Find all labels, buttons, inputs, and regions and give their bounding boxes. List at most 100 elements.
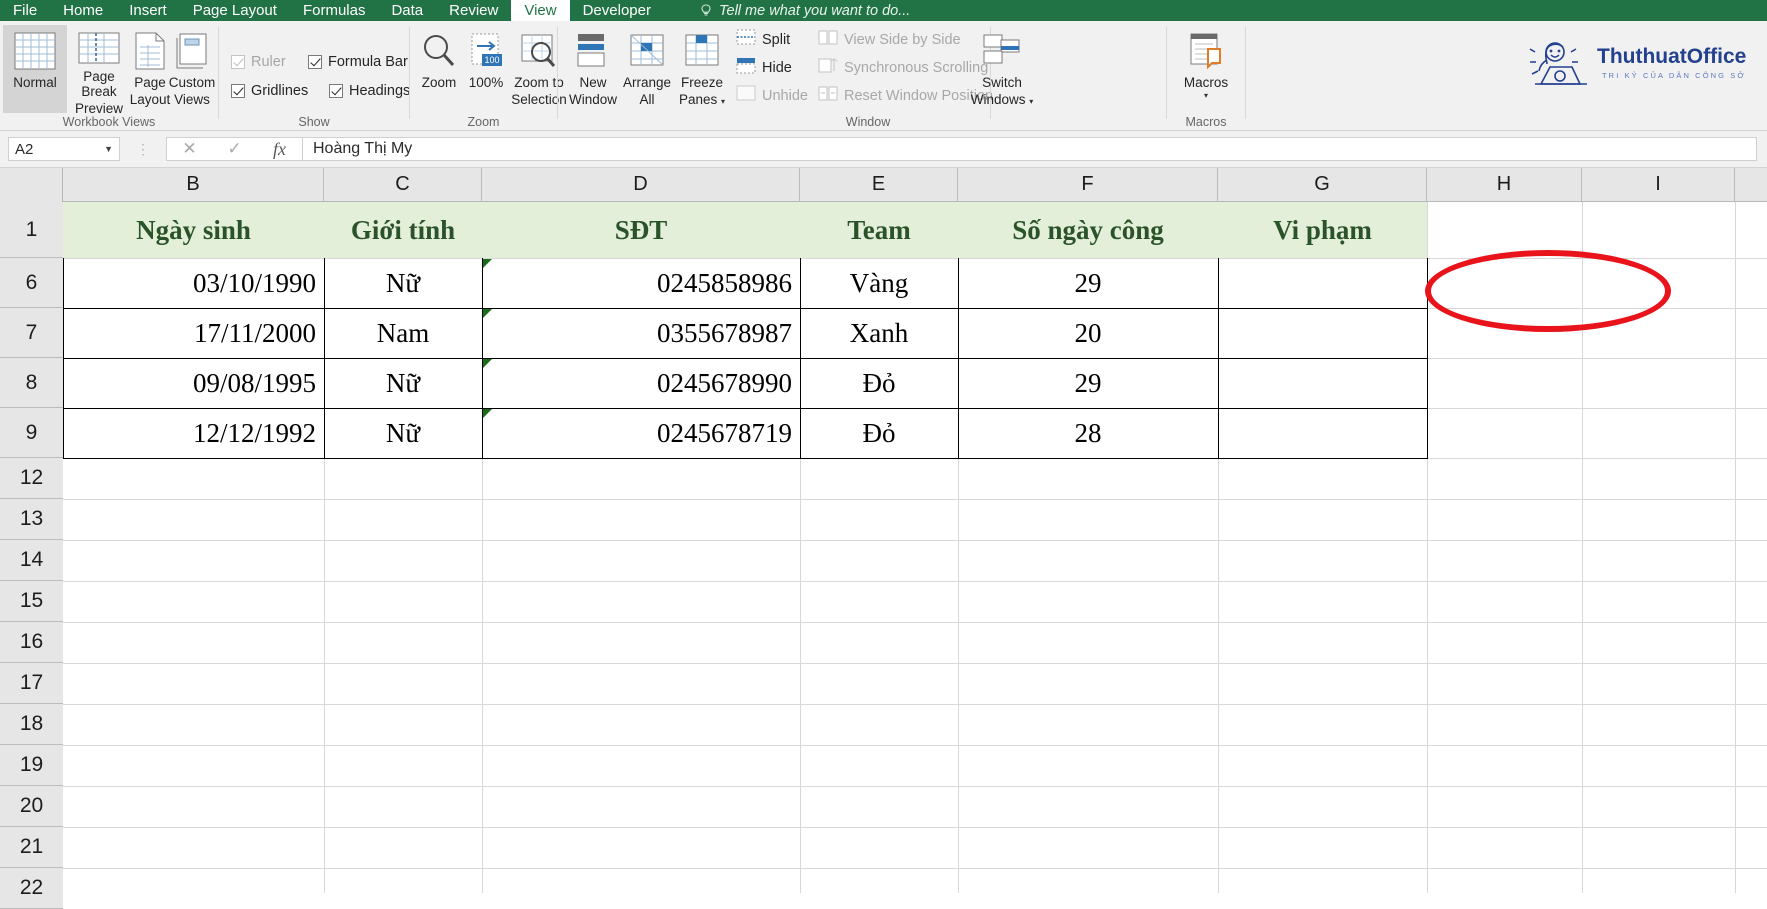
confirm-icon[interactable]: ✓ bbox=[212, 139, 257, 159]
column-header-G[interactable]: G bbox=[1218, 168, 1427, 201]
cell-E6[interactable]: Vàng bbox=[800, 258, 958, 308]
hide-button[interactable]: Hide bbox=[736, 57, 792, 78]
cell-G1[interactable]: Vi phạm bbox=[1218, 202, 1427, 258]
ribbon-tab-review[interactable]: Review bbox=[436, 0, 511, 21]
cell-G7[interactable] bbox=[1218, 308, 1427, 358]
macros-caret-icon[interactable]: ▾ bbox=[1204, 92, 1208, 100]
cell-D1[interactable]: SĐT bbox=[482, 202, 800, 258]
column-header-H[interactable]: H bbox=[1427, 168, 1582, 201]
group-label-zoom: Zoom bbox=[467, 115, 500, 129]
ribbon-tab-formulas[interactable]: Formulas bbox=[290, 0, 379, 21]
cell-D7[interactable]: 0355678987 bbox=[482, 308, 800, 358]
name-box[interactable]: A2 ▼ bbox=[8, 137, 120, 161]
cell-F8[interactable]: 29 bbox=[958, 358, 1218, 408]
column-header-F[interactable]: F bbox=[958, 168, 1218, 201]
custom-views-label2: Views bbox=[174, 92, 210, 107]
cell-F1[interactable]: Số ngày công bbox=[958, 202, 1218, 258]
ribbon-tab-view[interactable]: View bbox=[511, 0, 570, 21]
cell-F6[interactable]: 29 bbox=[958, 258, 1218, 308]
ribbon-tab-data[interactable]: Data bbox=[378, 0, 436, 21]
column-header-E[interactable]: E bbox=[800, 168, 958, 201]
unhide-icon bbox=[736, 85, 756, 106]
row-header-16[interactable]: 16 bbox=[0, 622, 63, 663]
cell-B7[interactable]: 17/11/2000 bbox=[63, 308, 324, 358]
row-header-6[interactable]: 6 bbox=[0, 258, 63, 308]
checkbox-headings[interactable]: Headings bbox=[329, 83, 410, 99]
cell-D8[interactable]: 0245678990 bbox=[482, 358, 800, 408]
macros-button[interactable]: Macros ▾ bbox=[1172, 25, 1240, 113]
cell-B9[interactable]: 12/12/1992 bbox=[63, 408, 324, 458]
cell-B1[interactable]: Ngày sinh bbox=[63, 202, 324, 258]
new-window-button[interactable]: New Window bbox=[563, 25, 623, 113]
cell-C9[interactable]: Nữ bbox=[324, 408, 482, 458]
row-header-9[interactable]: 9 bbox=[0, 408, 63, 458]
formula-input[interactable]: Hoàng Thị My bbox=[303, 137, 1757, 161]
row-header-15[interactable]: 15 bbox=[0, 581, 63, 622]
cell-B8[interactable]: 09/08/1995 bbox=[63, 358, 324, 408]
column-header-I[interactable]: I bbox=[1582, 168, 1735, 201]
row-header-18[interactable]: 18 bbox=[0, 704, 63, 745]
checkbox-ruler[interactable]: Ruler bbox=[231, 54, 286, 70]
column-headers: BCDEFGHI bbox=[0, 168, 1767, 202]
checkbox-ruler-box bbox=[231, 55, 245, 69]
ribbon-tab-file[interactable]: File bbox=[0, 0, 50, 21]
column-header-B[interactable]: B bbox=[63, 168, 324, 201]
cancel-icon[interactable]: ✕ bbox=[167, 139, 212, 159]
cell-C1[interactable]: Giới tính bbox=[324, 202, 482, 258]
row-header-22[interactable]: 22 bbox=[0, 868, 63, 909]
row-header-19[interactable]: 19 bbox=[0, 745, 63, 786]
column-header-D[interactable]: D bbox=[482, 168, 800, 201]
grid-hline bbox=[63, 827, 1767, 828]
cell-C8[interactable]: Nữ bbox=[324, 358, 482, 408]
cell-F9[interactable]: 28 bbox=[958, 408, 1218, 458]
row-header-8[interactable]: 8 bbox=[0, 358, 63, 408]
group-label-window: Window bbox=[845, 115, 891, 129]
cell-G6[interactable] bbox=[1218, 258, 1427, 308]
ribbon-tab-developer[interactable]: Developer bbox=[570, 0, 664, 21]
cell-E8[interactable]: Đỏ bbox=[800, 358, 958, 408]
ribbon-tab-insert[interactable]: Insert bbox=[116, 0, 180, 21]
cell-D6[interactable]: 0245858986 bbox=[482, 258, 800, 308]
row-header-1[interactable]: 1 bbox=[0, 202, 63, 258]
cell-G9[interactable] bbox=[1218, 408, 1427, 458]
cell-E9[interactable]: Đỏ bbox=[800, 408, 958, 458]
cell-D9[interactable]: 0245678719 bbox=[482, 408, 800, 458]
normal-view-label: Normal bbox=[13, 75, 57, 90]
checkbox-formula-bar[interactable]: Formula Bar bbox=[308, 54, 408, 70]
zoom-100-icon: 100 bbox=[468, 29, 504, 73]
normal-view-button[interactable]: Normal bbox=[3, 25, 67, 113]
cell-F7[interactable]: 20 bbox=[958, 308, 1218, 358]
freeze-panes-caret-icon[interactable]: ▾ bbox=[721, 97, 725, 106]
switch-windows-button[interactable]: Switch Windows ▾ bbox=[963, 25, 1041, 113]
grid-area[interactable]: Ngày sinh Giới tính SĐT Team Số ngày công Vi … bbox=[63, 202, 1767, 893]
cell-E7[interactable]: Xanh bbox=[800, 308, 958, 358]
fx-icon[interactable]: fx bbox=[257, 139, 302, 160]
split-button[interactable]: Split bbox=[736, 29, 790, 50]
group-show: Ruler Formula Bar Gridlines Headings Sho… bbox=[219, 21, 410, 131]
row-header-20[interactable]: 20 bbox=[0, 786, 63, 827]
cell-G8[interactable] bbox=[1218, 358, 1427, 408]
column-header-C[interactable]: C bbox=[324, 168, 482, 201]
ribbon-tab-home[interactable]: Home bbox=[50, 0, 116, 21]
name-box-dropdown-icon[interactable]: ▼ bbox=[104, 144, 113, 154]
cell-B6[interactable]: 03/10/1990 bbox=[63, 258, 324, 308]
tell-me-box[interactable]: Tell me what you want to do... bbox=[700, 0, 910, 21]
row-header-12[interactable]: 12 bbox=[0, 458, 63, 499]
row-header-17[interactable]: 17 bbox=[0, 663, 63, 704]
ribbon-tab-page-layout[interactable]: Page Layout bbox=[180, 0, 290, 21]
freeze-panes-button[interactable]: Freeze Panes ▾ bbox=[671, 25, 733, 113]
cell-C6[interactable]: Nữ bbox=[324, 258, 482, 308]
cell-C7[interactable]: Nam bbox=[324, 308, 482, 358]
row-header-13[interactable]: 13 bbox=[0, 499, 63, 540]
zoom-100-button[interactable]: 100 100% bbox=[460, 25, 512, 113]
row-header-14[interactable]: 14 bbox=[0, 540, 63, 581]
arrange-all-button[interactable]: Arrange All bbox=[616, 25, 678, 113]
cell-E1[interactable]: Team bbox=[800, 202, 958, 258]
switch-windows-caret-icon[interactable]: ▾ bbox=[1029, 97, 1033, 106]
hide-icon bbox=[736, 57, 756, 78]
custom-views-button[interactable]: Custom Views bbox=[160, 25, 224, 113]
group-separator-5 bbox=[1245, 27, 1246, 119]
checkbox-gridlines[interactable]: Gridlines bbox=[231, 83, 308, 99]
row-header-21[interactable]: 21 bbox=[0, 827, 63, 868]
row-header-7[interactable]: 7 bbox=[0, 308, 63, 358]
